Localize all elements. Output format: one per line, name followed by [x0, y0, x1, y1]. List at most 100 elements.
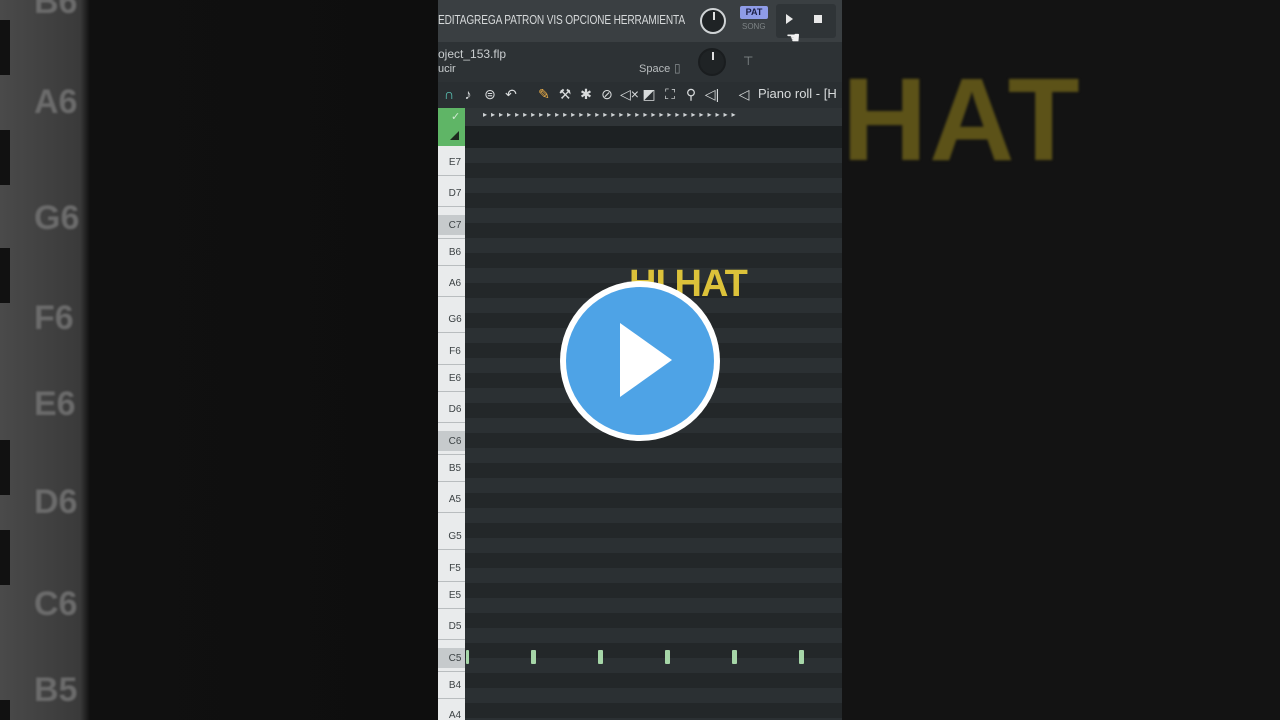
key-label: E5: [448, 590, 462, 601]
pencil-icon[interactable]: ✎: [536, 86, 552, 102]
grid-row: [465, 553, 842, 568]
background-key-label: B5: [34, 670, 78, 709]
grid-row: [465, 223, 842, 238]
key-label: A5: [448, 494, 462, 505]
undo-icon[interactable]: ↶: [503, 86, 519, 102]
background-key-label: A6: [34, 82, 78, 121]
note-block[interactable]: [732, 650, 737, 664]
key-divider: [438, 391, 465, 392]
key-label: C6: [448, 436, 462, 447]
key-label: B4: [448, 680, 462, 691]
key-divider: [438, 332, 465, 333]
background-piano-keys: B6 A6 G6 F6 E6 D6 C6 B5: [0, 0, 84, 720]
grid-row: [465, 583, 842, 598]
background-key-label: D6: [34, 482, 78, 521]
key-divider: [438, 549, 465, 550]
grid-row: [465, 643, 842, 658]
grid-row: [465, 493, 842, 508]
background-key-label: B6: [34, 0, 78, 21]
key-label: C5: [448, 653, 462, 664]
space-shortcut-label: Space: [639, 63, 671, 75]
background-key-label: C6: [34, 584, 78, 623]
key-divider: [438, 639, 465, 640]
play-icon[interactable]: [786, 14, 793, 24]
key-label: E7: [448, 157, 462, 168]
background-black-key: [0, 530, 10, 585]
key-divider: [438, 175, 465, 176]
project-filename: oject_153.flp: [438, 47, 507, 61]
key-divider: [438, 238, 465, 239]
note-grid[interactable]: [465, 148, 842, 720]
timeline-shadow: [465, 126, 842, 148]
key-label: A6: [448, 278, 462, 289]
key-label: D5: [448, 621, 462, 632]
key-divider: [438, 608, 465, 609]
key-divider: [438, 265, 465, 266]
transport-panel: [776, 4, 836, 38]
key-divider: [438, 422, 465, 423]
stop-icon[interactable]: [814, 15, 822, 23]
key-label: A4: [448, 710, 462, 720]
key-label: B5: [448, 463, 462, 474]
note-icon[interactable]: ♪: [460, 86, 476, 102]
menu-circle-icon[interactable]: ⊜: [482, 86, 498, 102]
key-divider: [438, 206, 465, 207]
grid-row: [465, 193, 842, 208]
paint-icon[interactable]: ✱: [578, 86, 594, 102]
magnet-icon[interactable]: ∩: [441, 86, 457, 102]
note-block[interactable]: [598, 650, 603, 664]
zoom-icon[interactable]: ⚲: [683, 86, 699, 102]
key-divider: [438, 481, 465, 482]
delete-icon[interactable]: ⊘: [599, 86, 615, 102]
key-label: D6: [448, 404, 462, 415]
background-hat-text: HAT: [842, 54, 1082, 186]
slice-icon[interactable]: ◩: [641, 86, 657, 102]
lock-icon: ▯: [674, 61, 681, 75]
key-divider: [438, 581, 465, 582]
background-black-key: [0, 700, 10, 720]
hint-subtext: ucir: [438, 63, 456, 75]
brush-icon[interactable]: ⚒: [557, 86, 573, 102]
background-black-key: [0, 248, 10, 303]
note-block[interactable]: [531, 650, 536, 664]
play-triangle-icon[interactable]: [620, 323, 672, 397]
corner-triangle-icon: [450, 131, 459, 140]
select-icon[interactable]: ⛶: [662, 86, 678, 102]
background-black-key: [0, 440, 10, 495]
background-key-label: F6: [34, 298, 74, 337]
background-right: HAT: [842, 0, 1280, 720]
pin-icon[interactable]: ⊤: [743, 54, 753, 68]
key-divider: [438, 364, 465, 365]
grid-row: [465, 613, 842, 628]
key-divider: [438, 698, 465, 699]
piano-roll-title: Piano roll - [H: [758, 86, 837, 101]
song-mode-label[interactable]: SONG: [742, 22, 766, 31]
background-black-key: [0, 20, 10, 75]
key-label: E6: [448, 373, 462, 384]
note-block[interactable]: [466, 650, 469, 664]
pat-song-toggle[interactable]: PAT: [740, 6, 768, 19]
background-left: B6 A6 G6 F6 E6 D6 C6 B5: [0, 0, 438, 720]
note-block[interactable]: [799, 650, 804, 664]
speaker-icon[interactable]: ◁: [736, 86, 752, 102]
piano-keyboard[interactable]: E7 D7 C7 B6 A6 G6 F6 E6 D6 C6 B5 A5 G5 F5 E5 D5 C5 B4 A4: [438, 146, 465, 720]
check-icon: ✓: [451, 111, 461, 123]
key-label: F6: [449, 346, 461, 357]
playback-icon[interactable]: ◁|: [704, 86, 720, 102]
menu-items[interactable]: EDITAGREGA PATRON VIS OPCIONE HERRAMIENT…: [438, 12, 685, 27]
grid-row: [465, 673, 842, 688]
master-volume-knob[interactable]: [700, 8, 726, 34]
background-key-label: G6: [34, 198, 80, 237]
background-black-key: [0, 130, 10, 185]
grid-row: [465, 433, 842, 448]
key-divider: [438, 512, 465, 513]
timeline-markers: ▸▸▸▸▸▸▸▸▸▸▸▸▸▸▸▸▸▸▸▸▸▸▸▸▸▸▸▸▸▸▸▸: [483, 110, 740, 119]
grid-row: [465, 703, 842, 718]
tempo-knob[interactable]: [698, 48, 726, 76]
mute-icon[interactable]: ◁×: [620, 86, 639, 102]
key-divider: [438, 454, 465, 455]
background-key-label: E6: [34, 384, 76, 423]
note-block[interactable]: [665, 650, 670, 664]
key-label: G5: [448, 531, 462, 542]
key-label: F5: [449, 563, 461, 574]
